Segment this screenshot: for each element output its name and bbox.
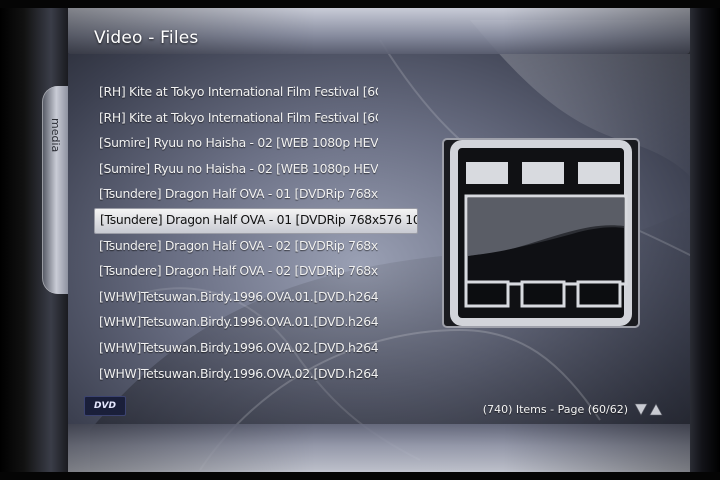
- page-title: Video - Files: [94, 28, 199, 48]
- file-list-item[interactable]: [WHW]Tetsuwan.Birdy.1996.OVA.01.[DVD.h26…: [94, 310, 378, 336]
- file-list-item[interactable]: [Sumire] Ryuu no Haisha - 02 [WEB 1080p …: [94, 157, 378, 183]
- item-page-status: (740) Items - Page (60/62): [482, 403, 628, 416]
- dvd-logo-icon: DVD: [84, 396, 126, 416]
- file-list-item[interactable]: [RH] Kite at Tokyo International Film Fe…: [94, 80, 378, 106]
- file-list-item[interactable]: [Tsundere] Dragon Half OVA - 02 [DVDRip …: [94, 234, 378, 260]
- file-list-item[interactable]: [Sumire] Ryuu no Haisha - 02 [WEB 1080p …: [94, 131, 378, 157]
- arrow-up-icon[interactable]: [649, 403, 663, 416]
- file-list-item[interactable]: [Tsundere] Dragon Half OVA - 01 [DVDRip …: [94, 182, 378, 208]
- top-frame: [0, 0, 720, 8]
- footer-bar-shade: [66, 424, 690, 472]
- right-frame: [690, 0, 720, 480]
- media-side-tab-label: media: [49, 118, 62, 153]
- file-list: [RH] Kite at Tokyo International Film Fe…: [94, 80, 420, 387]
- film-strip-icon: [442, 138, 640, 328]
- page-nav-arrows: [634, 403, 663, 416]
- file-list-item[interactable]: [WHW]Tetsuwan.Birdy.1996.OVA.01.[DVD.h26…: [94, 285, 378, 311]
- arrow-down-icon[interactable]: [634, 403, 648, 416]
- bottom-frame: [0, 472, 720, 480]
- media-center-screen: Video - Files media [RH] Kite at Tokyo I…: [0, 0, 720, 480]
- file-list-item[interactable]: [RH] Kite at Tokyo International Film Fe…: [94, 106, 378, 132]
- file-list-item[interactable]: [WHW]Tetsuwan.Birdy.1996.OVA.02.[DVD.h26…: [94, 336, 378, 362]
- file-list-item[interactable]: [Tsundere] Dragon Half OVA - 02 [DVDRip …: [94, 259, 378, 285]
- file-list-item[interactable]: [WHW]Tetsuwan.Birdy.1996.OVA.02.[DVD.h26…: [94, 362, 378, 388]
- file-list-item-selected[interactable]: [Tsundere] Dragon Half OVA - 01 [DVDRip …: [94, 207, 418, 234]
